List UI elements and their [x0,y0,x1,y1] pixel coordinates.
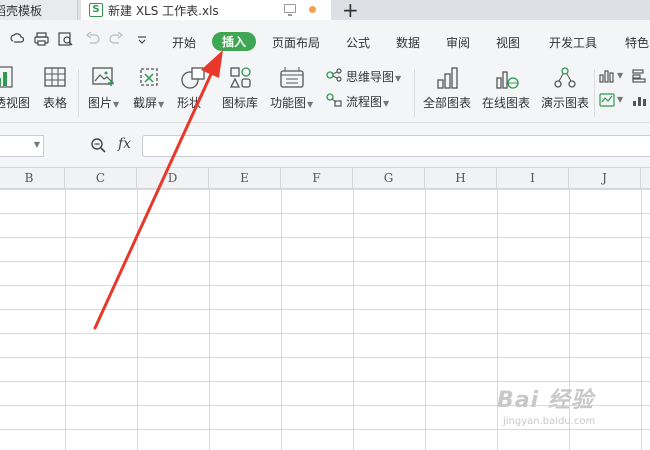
mind-map-icon [326,68,342,85]
line-chart-icon[interactable] [599,93,615,110]
menu-tab-insert[interactable]: 插入 [212,32,257,51]
new-tab-button[interactable]: + [342,0,359,22]
menu-tab-formulas[interactable]: 公式 [346,34,370,51]
column-header-bar: B C D E F G H I J [0,167,650,190]
chevron-down-icon[interactable]: ▼ [34,140,40,149]
menu-tab-home[interactable]: 开始 [172,34,196,51]
function-chart-button-label: 功能图 [270,96,307,110]
column-header-f[interactable]: F [281,168,353,190]
picture-button-label: 图片 [88,96,113,110]
title-bar: 稻壳模板 S 新建 XLS 工作表.xls + [0,0,650,22]
icon-library-button[interactable]: 图标库 [222,94,258,111]
column-header-i[interactable]: I [497,168,569,190]
menu-tab-data[interactable]: 数据 [396,34,420,51]
chevron-down-icon: ▼ [158,100,165,109]
print-preview-icon[interactable] [58,32,74,51]
picture-icon [92,66,116,91]
screenshot-button-label: 截屏 [133,96,158,110]
column-header-d[interactable]: D [137,168,209,190]
pivot-chart-button[interactable]: 透视图 [0,94,30,111]
function-chart-button[interactable]: 功能图▼ [270,94,313,111]
screenshot-button[interactable]: 截屏▼ [133,94,164,111]
function-chart-icon [279,66,305,93]
formula-input[interactable] [142,135,650,157]
flowchart-icon [326,93,342,110]
cloud-sync-icon[interactable] [10,32,25,50]
undo-icon[interactable] [86,31,100,48]
monitor-icon[interactable] [284,4,296,16]
shapes-icon [180,66,206,93]
column-header-j[interactable]: J [569,168,641,190]
file-tab-label: 新建 XLS 工作表.xls [108,3,219,18]
ribbon-separator [78,69,79,117]
tab-templates-label: 稻壳模板 [0,3,43,18]
column-header-g[interactable]: G [353,168,425,190]
screenshot-icon [138,66,160,91]
presentation-charts-button[interactable]: 演示图表 [541,94,589,111]
watermark: Bai 经验 jingyan.baidu.com [497,382,595,427]
flowchart-button[interactable]: 流程图▼ [346,93,389,110]
column-header-h[interactable]: H [425,168,497,190]
zoom-icon[interactable] [90,137,106,156]
all-charts-icon [436,66,460,93]
icon-library-icon [229,66,253,93]
mind-map-button-label: 思维导图 [346,70,395,84]
column-gridline [65,189,66,450]
xls-file-icon-glyph: S [92,4,100,15]
bar-chart-icon[interactable] [632,69,648,86]
table-button[interactable]: 表格 [43,94,67,111]
column-gridline [353,189,354,450]
column-gridline [425,189,426,450]
print-icon[interactable] [34,32,49,50]
column-chart-icon[interactable] [599,69,615,86]
column-gridline [641,189,642,450]
ribbon-separator [414,69,415,117]
tab-templates[interactable]: 稻壳模板 [0,0,78,20]
menu-tab-special[interactable]: 特色 [625,34,649,51]
tab-current-file[interactable]: S 新建 XLS 工作表.xls [81,0,331,20]
picture-button[interactable]: 图片▼ [88,94,119,111]
column-gridline [281,189,282,450]
shapes-button[interactable]: 形状 [177,94,201,111]
column-header-e[interactable]: E [209,168,281,190]
menu-tab-developer[interactable]: 开发工具 [549,34,597,51]
watermark-url: jingyan.baidu.com [503,416,596,427]
all-charts-button[interactable]: 全部图表 [423,94,471,111]
table-icon [44,67,66,90]
menu-tab-view[interactable]: 视图 [496,34,520,51]
column-gridline [137,189,138,450]
menu-tab-review[interactable]: 审阅 [446,34,470,51]
ribbon-separator [594,69,595,117]
chevron-down-icon[interactable]: ▼ [616,91,623,105]
mind-map-button[interactable]: 思维导图▼ [346,68,401,85]
more-icon[interactable] [137,33,147,49]
chevron-down-icon: ▼ [395,74,402,83]
column-gridline [209,189,210,450]
ribbon-insert: 透视图 表格 图片▼ 截屏▼ 形状 图标库 功能图▼ 思维导图▼ 流程图▼ 全部… [0,63,650,123]
chevron-down-icon: ▼ [383,99,390,108]
online-charts-button[interactable]: 在线图表 [482,94,530,111]
flowchart-button-label: 流程图 [346,95,383,109]
menu-bar: 开始 插入 页面布局 公式 数据 审阅 视图 开发工具 特色 [0,20,650,63]
unsaved-indicator-dot [309,6,316,13]
online-charts-icon [495,66,519,93]
name-box[interactable]: ▼ [0,135,44,157]
watermark-logo-text: Bai 经验 [497,388,594,413]
menu-tab-page-layout[interactable]: 页面布局 [272,34,320,51]
area-chart-icon[interactable] [632,93,648,110]
xls-file-icon: S [89,3,103,17]
fx-icon[interactable]: fx [118,136,131,152]
redo-icon[interactable] [109,31,123,48]
chevron-down-icon: ▼ [113,100,120,109]
column-header-b[interactable]: B [0,168,65,190]
chevron-down-icon: ▼ [307,100,314,109]
chevron-down-icon[interactable]: ▼ [616,67,623,81]
pivot-chart-icon [0,66,14,91]
formula-bar: ▼ fx [0,123,650,167]
column-header-c[interactable]: C [65,168,137,190]
presentation-charts-icon [553,66,577,93]
